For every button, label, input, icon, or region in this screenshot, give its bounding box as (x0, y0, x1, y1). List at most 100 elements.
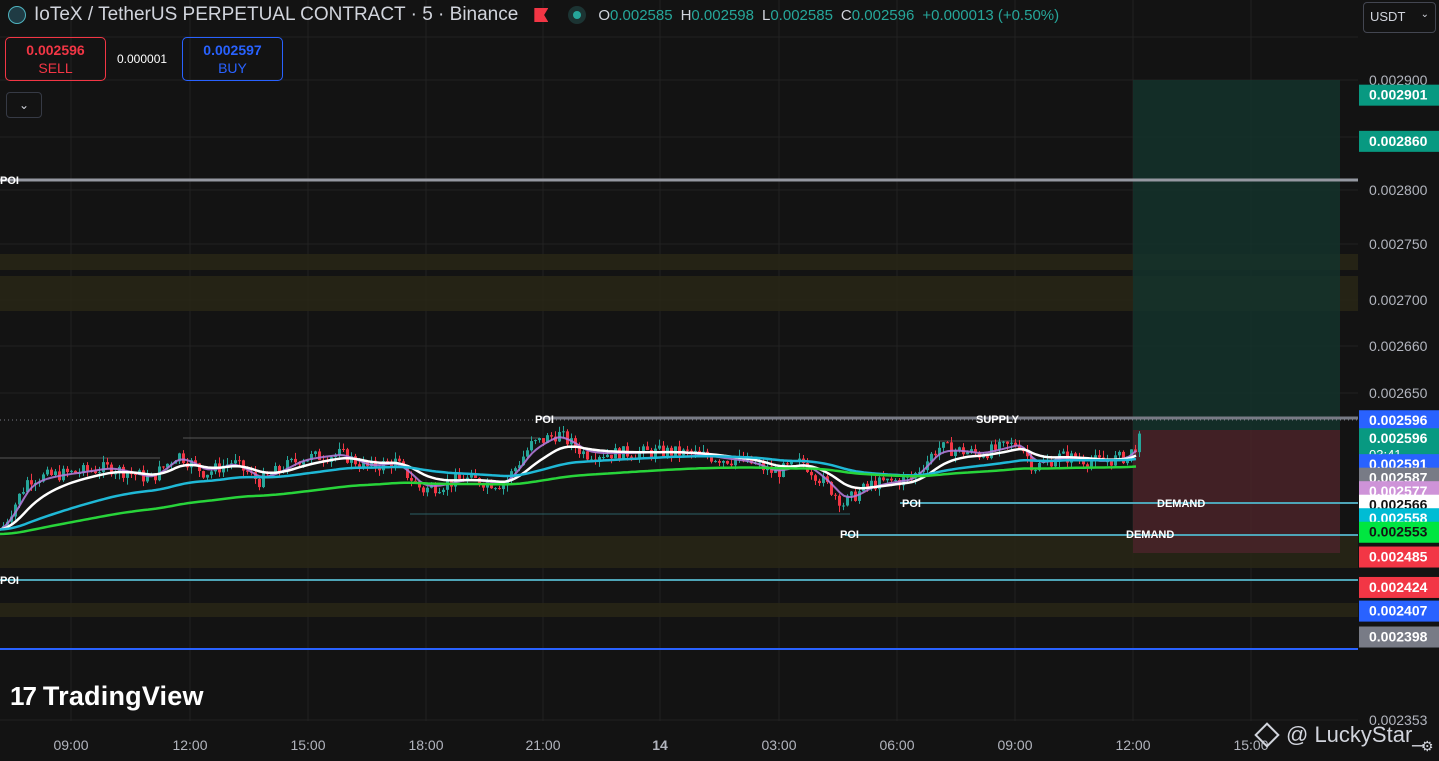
candle-body (106, 462, 109, 465)
x-tick-label: 03:00 (761, 737, 796, 753)
poi-label: POI (535, 414, 554, 426)
candle-body (810, 471, 813, 476)
candle-body (126, 473, 129, 478)
candle-body (210, 471, 213, 475)
candle-body (542, 438, 545, 443)
candle-body (858, 491, 861, 501)
candle-body (886, 478, 889, 481)
candle-body (838, 495, 841, 506)
price-label-text: 0.002553 (1369, 524, 1428, 540)
settings-icon[interactable]: ⚙ (1421, 738, 1434, 755)
x-tick-label: 15:00 (290, 737, 325, 753)
eye-icon[interactable] (568, 6, 587, 24)
candle-body (530, 441, 533, 451)
sell-button[interactable]: 0.002596 SELL (5, 37, 106, 81)
candle-body (342, 448, 345, 450)
candle-body (550, 435, 553, 437)
candle-body (890, 478, 893, 481)
supply-demand-zone (0, 603, 1358, 617)
candle-body (870, 480, 873, 487)
low-value: 0.002585 (770, 6, 833, 24)
candle-body (1138, 433, 1141, 453)
candle-body (206, 474, 209, 478)
close-value: 0.002596 (851, 6, 915, 24)
price-label-text: 0.002424 (1369, 579, 1428, 595)
candle-body (562, 431, 565, 433)
tv-logo-icon: 17 (10, 681, 37, 711)
x-tick-label: 21:00 (525, 737, 560, 753)
price-label-text: 0.002596 (1369, 412, 1428, 428)
chevron-down-icon: ⌄ (1420, 9, 1429, 20)
candle-body (686, 449, 689, 451)
diamond-icon (1254, 722, 1280, 748)
candle-body (1090, 460, 1093, 467)
candle-body (1054, 461, 1057, 467)
candle-body (502, 485, 505, 490)
x-tick-label: 14 (652, 737, 668, 753)
candle-body (786, 463, 789, 465)
buy-price: 0.002597 (203, 42, 262, 58)
candle-body (734, 460, 737, 466)
candle-body (234, 460, 237, 464)
candle-body (1034, 470, 1037, 472)
collapse-button[interactable]: ⌄ (6, 92, 42, 118)
sell-label: SELL (38, 60, 73, 76)
candle-body (498, 488, 501, 490)
candle-body (1086, 464, 1089, 467)
candle-body (98, 472, 101, 474)
candle-body (398, 458, 401, 462)
poi-label: POI (902, 498, 921, 510)
price-chart[interactable]: POIPOIPOIPOIPOISUPPLYDEMANDDEMAND0.00235… (0, 0, 1439, 761)
symbol-header[interactable]: IoTeX / TetherUS PERPETUAL CONTRACT · 5 … (8, 4, 1059, 26)
candle-body (582, 451, 585, 455)
high-value: 0.002598 (691, 6, 754, 24)
poi-label: POI (0, 175, 19, 187)
candle-body (438, 492, 441, 494)
candle-body (1062, 451, 1065, 454)
symbol-title[interactable]: IoTeX / TetherUS PERPETUAL CONTRACT · 5 … (34, 4, 518, 26)
candle-body (714, 461, 717, 463)
iotex-icon (8, 6, 26, 24)
supply-label: SUPPLY (976, 414, 1020, 426)
candle-body (866, 483, 869, 487)
open-value: 0.002585 (610, 6, 673, 24)
candle-body (54, 471, 57, 476)
sell-price: 0.002596 (26, 42, 85, 58)
y-tick-label: 0.002660 (1369, 338, 1428, 354)
candle-body (534, 440, 537, 442)
ema-green-line (0, 465, 1137, 536)
flag-icon[interactable] (534, 8, 549, 22)
candle-body (994, 444, 997, 450)
candle-body (294, 458, 297, 463)
candle-body (162, 466, 165, 468)
candle-body (1110, 461, 1113, 466)
y-tick-label: 0.002800 (1369, 182, 1428, 198)
candle-body (410, 477, 413, 481)
candle-body (538, 438, 541, 441)
candle-body (414, 480, 417, 482)
candle-body (646, 446, 649, 451)
candle-body (678, 446, 681, 456)
currency-value: USDT (1370, 9, 1406, 24)
candle-body (262, 472, 265, 488)
x-tick-label: 18:00 (408, 737, 443, 753)
candle-body (102, 462, 105, 473)
candle-body (86, 465, 89, 471)
change-value: +0.000013 (+0.50%) (922, 6, 1060, 24)
x-tick-label: 06:00 (879, 737, 914, 753)
currency-select[interactable]: USDT ⌄ (1363, 2, 1436, 33)
watermark: @ LuckyStar_ (1254, 722, 1425, 748)
tradingview-logo: 17 TradingView (10, 681, 204, 712)
demand-label: DEMAND (1126, 529, 1174, 541)
candle-body (238, 460, 241, 462)
candle-body (526, 450, 529, 457)
candle-body (946, 442, 949, 444)
candle-body (458, 474, 461, 479)
take-profit-zone (1133, 80, 1340, 430)
x-tick-label: 12:00 (172, 737, 207, 753)
buy-button[interactable]: 0.002597 BUY (182, 37, 283, 81)
candle-body (514, 468, 517, 472)
candle-body (1098, 455, 1101, 458)
poi-label: POI (0, 575, 19, 587)
price-label-text: 0.002485 (1369, 549, 1428, 565)
